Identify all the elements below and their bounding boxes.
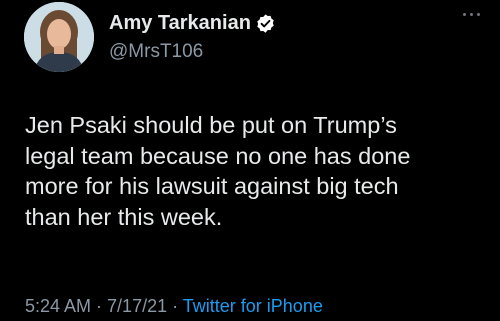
tweet-time[interactable]: 5:24 AM	[25, 296, 91, 316]
avatar[interactable]	[24, 2, 94, 72]
tweet: Amy Tarkanian @MrsT106 Jen Psaki should …	[0, 0, 500, 321]
verified-badge-icon	[257, 14, 274, 33]
avatar-photo-icon	[24, 2, 94, 72]
tweet-meta: 5:24 AM · 7/17/21 · Twitter for iPhone	[25, 296, 323, 317]
more-dot	[470, 13, 473, 16]
more-dot	[463, 13, 466, 16]
tweet-text: Jen Psaki should be put on Trump’s legal…	[25, 112, 411, 230]
author-display-name[interactable]: Amy Tarkanian	[109, 12, 251, 35]
tweet-source-link[interactable]: Twitter for iPhone	[183, 296, 323, 316]
more-options-icon[interactable]	[461, 10, 483, 20]
meta-separator: ·	[167, 296, 183, 316]
tweet-date[interactable]: 7/17/21	[107, 296, 167, 316]
meta-separator: ·	[91, 296, 108, 316]
more-dot	[477, 13, 480, 16]
author-handle[interactable]: @MrsT106	[109, 41, 203, 63]
